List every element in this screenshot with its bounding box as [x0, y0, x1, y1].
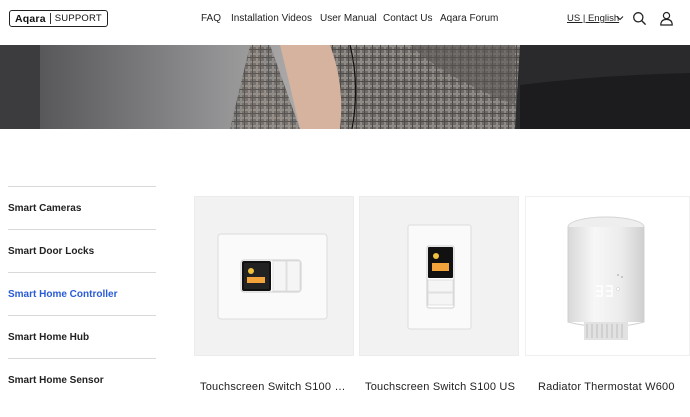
nav-user-manual[interactable]: User Manual: [320, 13, 377, 24]
sidebar-item-smart-home-hub[interactable]: Smart Home Hub: [8, 315, 156, 358]
sidebar-item-smart-cameras[interactable]: Smart Cameras: [8, 186, 156, 229]
chevron-down-icon[interactable]: [616, 14, 624, 22]
product-title[interactable]: Touchscreen Switch S100 H...: [200, 381, 352, 393]
nav-contact-us[interactable]: Contact Us: [383, 13, 432, 24]
touchscreen-switch-vertical-image: [407, 224, 472, 330]
product-image: [194, 196, 354, 356]
nav-aqara-forum[interactable]: Aqara Forum: [440, 13, 498, 24]
language-selector[interactable]: US | English: [567, 13, 619, 24]
logo-brand: Aqara: [15, 12, 46, 25]
user-icon[interactable]: [659, 11, 674, 26]
logo-support: SUPPORT: [54, 13, 102, 24]
sidebar-item-smart-door-locks[interactable]: Smart Door Locks: [8, 229, 156, 272]
product-image: [359, 196, 519, 356]
product-card[interactable]: Radiator Thermostat W600: [525, 196, 690, 417]
nav-faq[interactable]: FAQ: [201, 13, 221, 24]
product-card[interactable]: Touchscreen Switch S100 H...: [194, 196, 354, 417]
touchscreen-switch-horizontal-image: [217, 233, 328, 320]
nav-installation-videos[interactable]: Installation Videos: [231, 13, 312, 24]
sidebar-item-smart-home-controller[interactable]: Smart Home Controller: [8, 272, 156, 315]
sidebar-item-smart-home-sensor[interactable]: Smart Home Sensor: [8, 358, 156, 401]
hero-photo: [0, 45, 690, 129]
product-title[interactable]: Touchscreen Switch S100 US: [365, 381, 517, 393]
hero-banner-image: [0, 45, 690, 129]
product-image: [525, 196, 690, 356]
product-title[interactable]: Radiator Thermostat W600: [538, 381, 688, 393]
site-header: Aqara SUPPORT FAQ Installation Videos Us…: [0, 0, 690, 45]
category-sidebar: Smart Cameras Smart Door Locks Smart Hom…: [8, 186, 156, 401]
search-icon[interactable]: [632, 11, 647, 26]
aqara-support-logo[interactable]: Aqara SUPPORT: [9, 10, 108, 27]
product-card[interactable]: Touchscreen Switch S100 US: [359, 196, 519, 417]
radiator-thermostat-image: [567, 216, 645, 340]
